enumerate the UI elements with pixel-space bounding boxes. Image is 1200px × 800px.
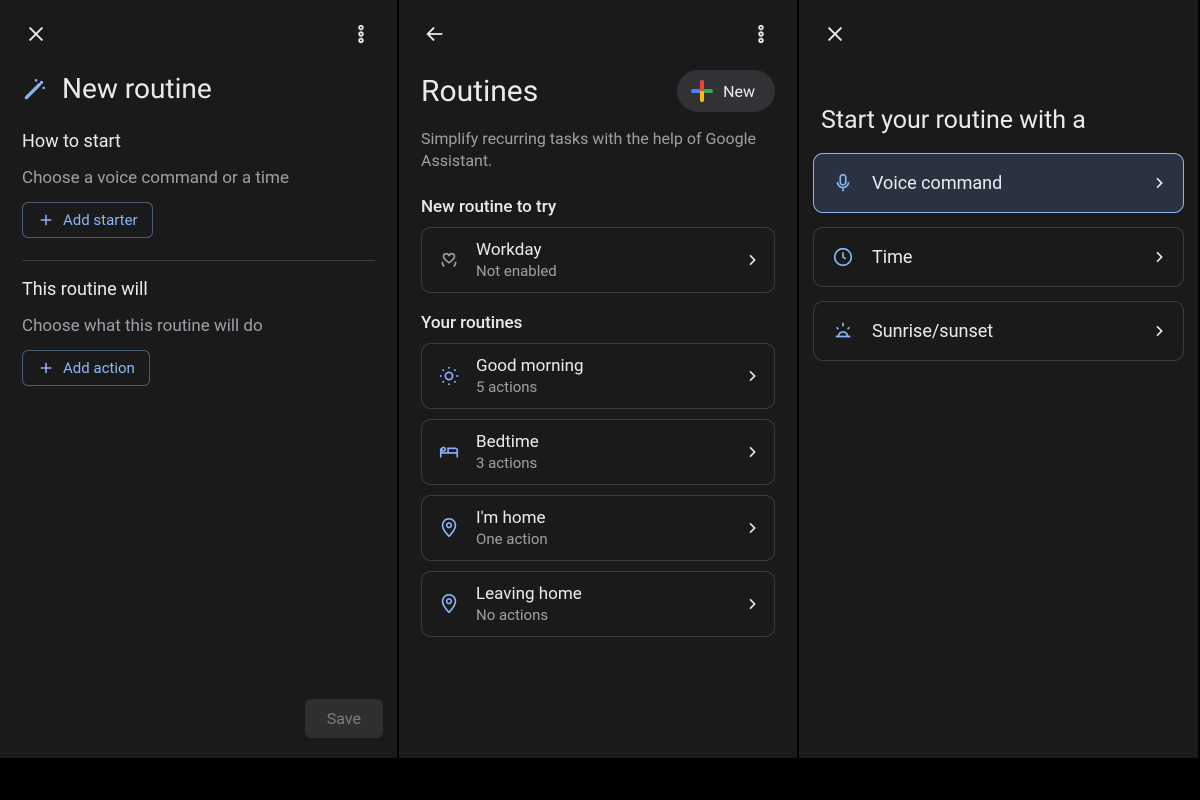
starter-option-voice-command[interactable]: Voice command bbox=[813, 153, 1184, 213]
card-sub: No actions bbox=[476, 606, 730, 624]
card-sub: Not enabled bbox=[476, 262, 730, 280]
starter-option-time[interactable]: Time bbox=[813, 227, 1184, 287]
new-routine-pane: New routine How to start Choose a voice … bbox=[0, 0, 399, 758]
save-label: Save bbox=[327, 709, 361, 728]
starter-picker-pane: Start your routine with a Voice command T… bbox=[799, 0, 1198, 758]
chevron-right-icon bbox=[1151, 323, 1167, 339]
routine-card-leaving-home[interactable]: Leaving home No actions bbox=[421, 571, 775, 637]
routines-title: Routines bbox=[421, 74, 538, 109]
option-label: Time bbox=[872, 247, 1135, 268]
topbar bbox=[0, 0, 397, 56]
topbar bbox=[799, 0, 1198, 56]
chevron-right-icon bbox=[744, 252, 760, 268]
chevron-right-icon bbox=[1151, 175, 1167, 191]
more-icon[interactable] bbox=[741, 14, 781, 54]
topbar bbox=[399, 0, 797, 56]
close-icon[interactable] bbox=[815, 14, 855, 54]
add-action-button[interactable]: Add action bbox=[22, 350, 150, 386]
card-title: Bedtime bbox=[476, 432, 730, 452]
starter-hint: Choose a voice command or a time bbox=[0, 158, 397, 202]
new-label: New bbox=[723, 82, 755, 101]
card-sub: One action bbox=[476, 530, 730, 548]
your-routines-header: Your routines bbox=[399, 293, 797, 343]
back-icon[interactable] bbox=[415, 14, 455, 54]
action-hint: Choose what this routine will do bbox=[0, 306, 397, 350]
new-routine-button[interactable]: New bbox=[677, 70, 775, 112]
routine-card-good-morning[interactable]: Good morning 5 actions bbox=[421, 343, 775, 409]
card-title: Leaving home bbox=[476, 584, 730, 604]
close-icon[interactable] bbox=[16, 14, 56, 54]
chevron-right-icon bbox=[744, 444, 760, 460]
more-icon[interactable] bbox=[341, 14, 381, 54]
add-starter-button[interactable]: Add starter bbox=[22, 202, 153, 238]
mic-icon bbox=[830, 172, 856, 194]
routine-card-i-m-home[interactable]: I'm home One action bbox=[421, 495, 775, 561]
card-title: Workday bbox=[476, 240, 730, 260]
chevron-right-icon bbox=[1151, 249, 1167, 265]
sun-icon bbox=[436, 365, 462, 387]
pin-icon bbox=[436, 593, 462, 615]
starter-title: Start your routine with a bbox=[799, 56, 1198, 153]
card-sub: 3 actions bbox=[476, 454, 730, 472]
this-will-label: This routine will bbox=[0, 261, 397, 306]
option-label: Sunrise/sunset bbox=[872, 321, 1135, 342]
chevron-right-icon bbox=[744, 596, 760, 612]
starter-option-sunrise-sunset[interactable]: Sunrise/sunset bbox=[813, 301, 1184, 361]
chevron-right-icon bbox=[744, 368, 760, 384]
plus-icon bbox=[691, 80, 713, 102]
add-action-label: Add action bbox=[63, 359, 135, 377]
routines-pane: Routines New Simplify recurring tasks wi… bbox=[399, 0, 799, 758]
card-title: I'm home bbox=[476, 508, 730, 528]
pin-icon bbox=[436, 517, 462, 539]
card-sub: 5 actions bbox=[476, 378, 730, 396]
bed-icon bbox=[436, 441, 462, 463]
try-card-workday[interactable]: Workday Not enabled bbox=[421, 227, 775, 293]
save-button[interactable]: Save bbox=[305, 699, 383, 738]
routines-subtitle: Simplify recurring tasks with the help o… bbox=[399, 112, 797, 177]
try-header: New routine to try bbox=[399, 177, 797, 227]
wand-icon bbox=[22, 76, 48, 102]
sunrise-icon bbox=[830, 320, 856, 342]
option-label: Voice command bbox=[872, 173, 1135, 194]
page-title-row: New routine bbox=[0, 56, 397, 113]
page-title: New routine bbox=[62, 72, 212, 105]
add-starter-label: Add starter bbox=[63, 211, 138, 229]
chevron-right-icon bbox=[744, 520, 760, 536]
card-title: Good morning bbox=[476, 356, 730, 376]
heart-hands-icon bbox=[436, 249, 462, 271]
title-row: Routines New bbox=[399, 56, 797, 112]
how-to-start-label: How to start bbox=[0, 113, 397, 158]
routine-card-bedtime[interactable]: Bedtime 3 actions bbox=[421, 419, 775, 485]
clock-icon bbox=[830, 246, 856, 268]
